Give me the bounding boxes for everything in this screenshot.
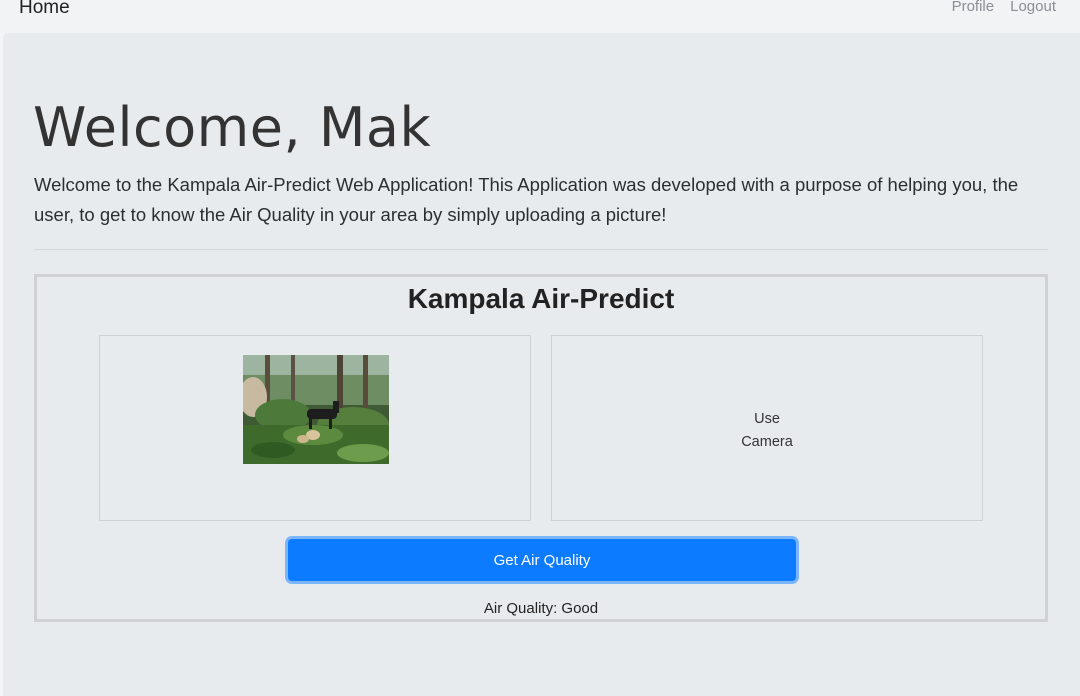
- intro-text: Welcome to the Kampala Air-Predict Web A…: [34, 174, 1019, 225]
- nav-links: Profile Logout: [952, 0, 1056, 15]
- air-quality-result: Air Quality: Good: [483, 600, 599, 617]
- home-link[interactable]: Home: [19, 0, 70, 19]
- logout-link[interactable]: Logout: [1010, 0, 1056, 15]
- navbar: Home Profile Logout: [0, 0, 1080, 33]
- predictor-panel: Kampala Air-Predict Use Camera Get Air Q…: [34, 274, 1048, 622]
- uploaded-image-preview: [243, 355, 389, 464]
- use-camera-box[interactable]: Use Camera: [551, 335, 983, 521]
- divider: [34, 249, 1048, 250]
- use-camera-label: Use Camera: [552, 408, 982, 454]
- camera-label-line2: Camera: [741, 434, 793, 450]
- get-air-quality-button[interactable]: Get Air Quality: [288, 539, 796, 581]
- page-title: Welcome, Mak: [33, 96, 432, 159]
- camera-label-line1: Use: [754, 411, 780, 427]
- profile-link[interactable]: Profile: [952, 0, 995, 15]
- image-upload-box[interactable]: [99, 335, 531, 521]
- predictor-title: Kampala Air-Predict: [407, 283, 675, 314]
